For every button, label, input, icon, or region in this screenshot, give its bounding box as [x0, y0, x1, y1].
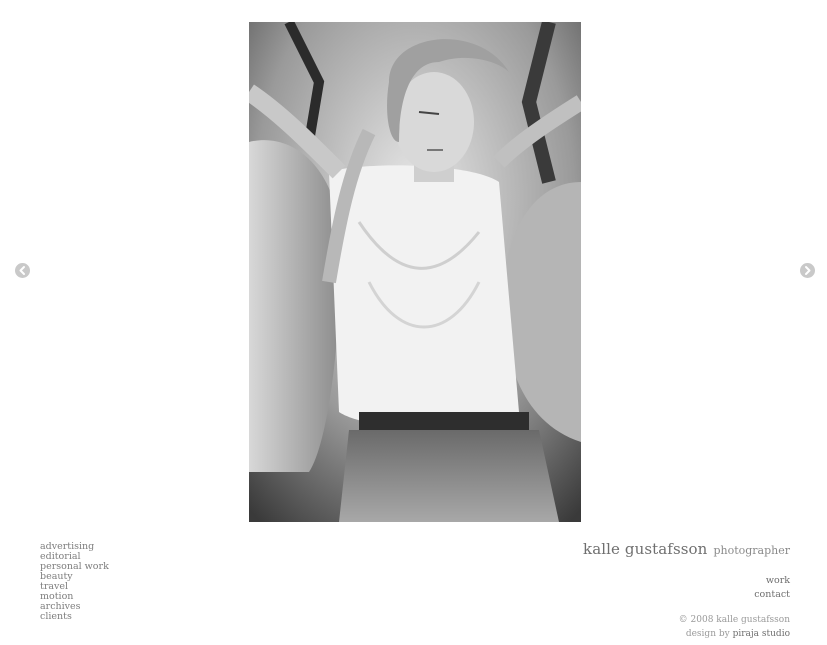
- footer: © 2008 kalle gustafsson design by piraja…: [679, 613, 790, 641]
- copyright-text: © 2008 kalle gustafsson: [678, 615, 790, 625]
- category-menu: advertising editorial personal work beau…: [40, 542, 109, 622]
- photo-image: [249, 22, 581, 522]
- main-photo: [249, 22, 581, 522]
- prev-arrow-button[interactable]: [15, 263, 30, 278]
- main-nav: work contact: [754, 574, 790, 602]
- category-item-clients[interactable]: clients: [40, 612, 109, 622]
- chevron-left-icon: [19, 266, 25, 275]
- design-studio-link[interactable]: piraja studio: [733, 629, 790, 639]
- next-arrow-button[interactable]: [800, 263, 815, 278]
- nav-item-contact[interactable]: contact: [754, 588, 790, 602]
- nav-item-work[interactable]: work: [754, 574, 790, 588]
- brand-tagline: photographer: [713, 544, 790, 557]
- design-prefix: design by: [685, 629, 730, 639]
- brand: kalle gustafsson photographer: [583, 539, 790, 558]
- chevron-right-icon: [805, 266, 811, 275]
- brand-name[interactable]: kalle gustafsson: [583, 540, 707, 558]
- design-credit: design by piraja studio: [679, 627, 790, 641]
